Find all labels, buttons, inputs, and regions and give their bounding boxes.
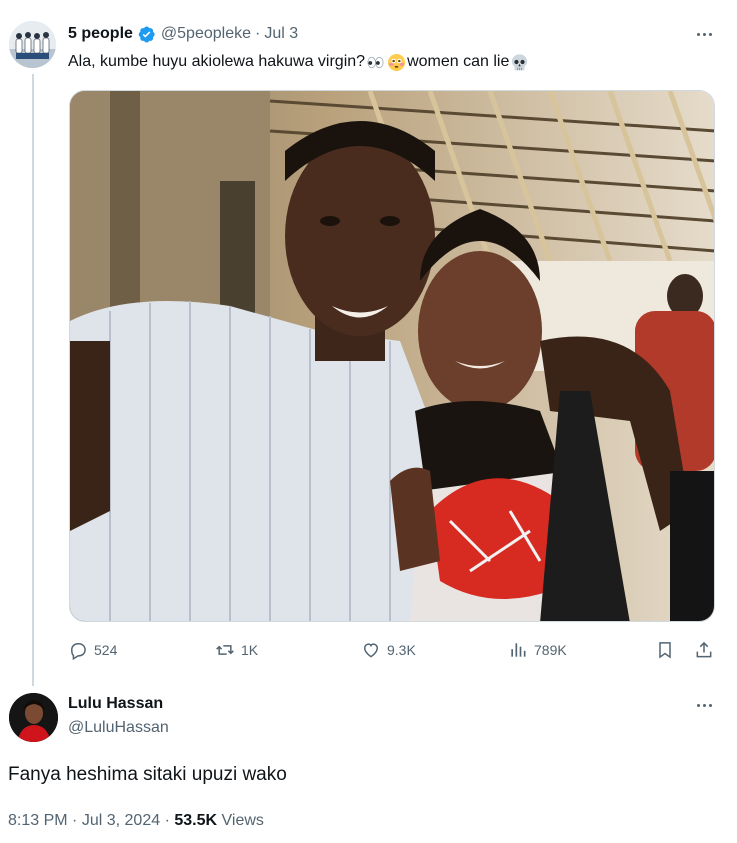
views-button[interactable]: 789K [508,638,567,662]
retweet-button[interactable]: 1K [215,638,258,662]
retweet-icon [216,645,234,655]
like-button[interactable]: 9.3K [361,638,416,662]
tweet-text-part1: Ala, kumbe huyu akiolewa hakuwa virgin? [68,53,366,70]
views-chart-icon [511,643,526,657]
meta-separator-2: · [164,812,170,829]
reply-count: 524 [94,642,118,658]
flushed-face-emoji-icon [387,53,406,72]
reply-text: Fanya heshima sitaki upuzi wako [8,764,287,785]
author-avatar[interactable] [9,21,56,68]
reply-author-handle[interactable]: @LuluHassan [68,719,169,737]
reply-button[interactable]: 524 [68,638,117,662]
header-separator: · [255,25,261,42]
reply-author-name[interactable]: Lulu Hassan [68,695,163,713]
share-button[interactable] [694,638,714,662]
reply-views-label: Views [221,812,264,829]
reply-avatar-image [9,693,58,742]
thread-line [32,74,34,686]
reply-meta: 8:13 PM · Jul 3, 2024 · 53.5K Views [8,812,264,830]
skull-emoji-icon [510,53,529,72]
more-options-icon[interactable] [693,23,715,45]
tweet-actions: 524 1K 9.3K 789K [68,638,718,662]
tweet-text-part2: women can lie [407,53,510,70]
heart-icon [363,643,379,658]
reply-date[interactable]: Jul 3, 2024 [82,812,160,829]
bookmark-icon [659,642,671,659]
verified-badge-icon [137,25,156,44]
like-count: 9.3K [387,642,416,658]
reply-time[interactable]: 8:13 PM [8,812,68,829]
tweet-header: 5 people @5peopleke · Jul 3 [68,22,298,46]
retweet-count: 1K [241,642,259,658]
reply-more-options-icon[interactable] [693,694,715,716]
eyes-emoji-icon [366,53,385,72]
reply-views-count: 53.5K [174,812,218,829]
views-count: 789K [534,642,567,658]
reply-author-avatar[interactable] [9,693,58,742]
author-name[interactable]: 5 people [68,25,133,43]
reply-icon [70,643,86,660]
author-handle[interactable]: @5peopleke [161,25,251,43]
tweet-text: Ala, kumbe huyu akiolewa hakuwa virgin? … [68,51,530,73]
avatar-image [9,21,56,68]
meta-separator: · [72,812,78,829]
tweet-photo[interactable] [69,90,715,622]
tweet-date[interactable]: Jul 3 [264,25,298,43]
photo-image [70,91,714,621]
bookmark-button[interactable] [655,638,675,662]
share-icon [696,641,712,658]
